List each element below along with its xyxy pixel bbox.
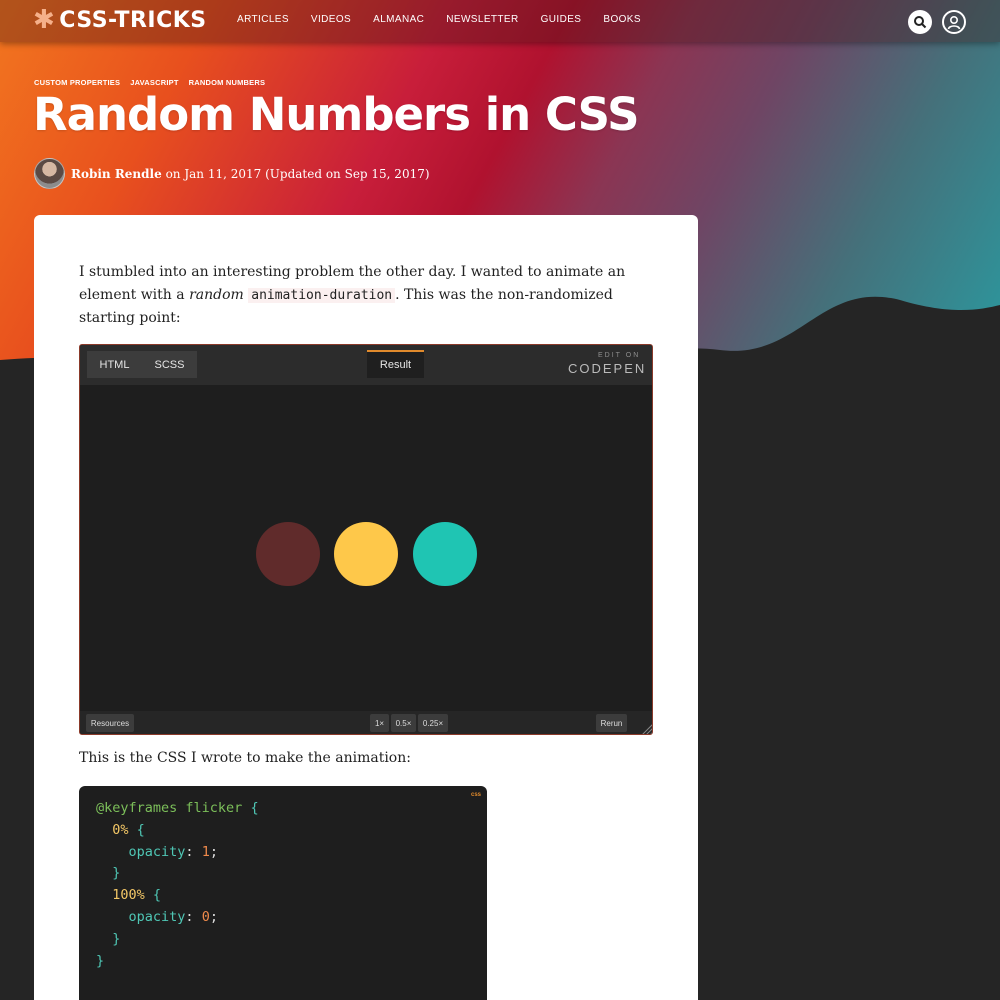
site-logo[interactable]: ✱ CSS-TRICKS: [33, 7, 207, 33]
main-nav: ARTICLES VIDEOS ALMANAC NEWSLETTER GUIDE…: [237, 14, 663, 25]
circle-red: [256, 522, 320, 586]
rerun-button[interactable]: Rerun: [596, 714, 627, 732]
codepen-embed: HTML SCSS Result EDIT ON CODEPEN Resourc…: [79, 344, 653, 735]
tag-custom-properties[interactable]: CUSTOM PROPERTIES: [34, 78, 120, 87]
byline-text: Robin Rendle on Jan 11, 2017 (Updated on…: [71, 167, 430, 181]
css-intro-paragraph: This is the CSS I wrote to make the anim…: [79, 750, 411, 766]
code-line: }: [112, 930, 121, 947]
user-icon: [947, 15, 961, 30]
code-line: opacity: 0;: [128, 909, 218, 925]
code-line: 0% {: [112, 821, 145, 838]
search-button[interactable]: [908, 10, 932, 34]
tab-result[interactable]: Result: [367, 350, 424, 378]
codepen-logo[interactable]: CODEPEN: [568, 361, 646, 376]
account-button[interactable]: [942, 10, 966, 34]
tab-html[interactable]: HTML: [87, 351, 142, 378]
resources-button[interactable]: Resources: [86, 714, 134, 732]
code-line: 100% {: [112, 887, 162, 904]
byline: Robin Rendle on Jan 11, 2017 (Updated on…: [34, 158, 430, 189]
post-date: on Jan 11, 2017 (Updated on Sep 15, 2017…: [161, 166, 430, 181]
asterisk-icon: ✱: [33, 5, 56, 35]
top-navigation: ✱ CSS-TRICKS ARTICLES VIDEOS ALMANAC NEW…: [0, 0, 1000, 42]
zoom-half-button[interactable]: 0.5×: [391, 714, 416, 732]
logo-text: CSS-TRICKS: [59, 7, 207, 33]
intro-paragraph: I stumbled into an interesting problem t…: [79, 261, 629, 330]
nav-guides[interactable]: GUIDES: [541, 14, 582, 25]
code-line: @keyframes flicker {: [96, 800, 259, 816]
codepen-header: HTML SCSS Result EDIT ON CODEPEN: [80, 345, 652, 385]
zoom-quarter-button[interactable]: 0.25×: [418, 714, 448, 732]
edit-on-label[interactable]: EDIT ON: [598, 352, 640, 359]
code-line: }: [112, 865, 121, 882]
tag-javascript[interactable]: JAVASCRIPT: [130, 78, 178, 87]
zoom-1x-button[interactable]: 1×: [370, 714, 389, 732]
nav-books[interactable]: BOOKS: [603, 14, 641, 25]
resize-handle-icon[interactable]: [640, 721, 653, 735]
avatar[interactable]: [34, 158, 65, 189]
code-line: opacity: 1;: [128, 843, 218, 860]
codepen-footer: Resources 1× 0.5× 0.25× Rerun: [80, 711, 653, 735]
circle-teal: [413, 522, 477, 586]
intro-emphasis: random: [189, 286, 244, 303]
code-block: css @keyframes flicker { 0% { opacity: 1…: [79, 786, 487, 1000]
nav-videos[interactable]: VIDEOS: [311, 14, 351, 25]
nav-newsletter[interactable]: NEWSLETTER: [446, 14, 518, 25]
page-title: Random Numbers in CSS: [33, 88, 639, 141]
inline-code: animation-duration: [248, 287, 396, 303]
article-tags: CUSTOM PROPERTIES JAVASCRIPT RANDOM NUMB…: [34, 78, 265, 87]
code-language-label: css: [471, 792, 482, 798]
nav-articles[interactable]: ARTICLES: [237, 14, 289, 25]
code-line: }: [96, 952, 105, 969]
circle-yellow: [334, 522, 398, 586]
tag-random-numbers[interactable]: RANDOM NUMBERS: [189, 78, 266, 87]
search-icon: [914, 16, 927, 29]
author-link[interactable]: Robin Rendle: [71, 167, 162, 181]
nav-almanac[interactable]: ALMANAC: [373, 14, 424, 25]
tab-scss[interactable]: SCSS: [142, 351, 197, 378]
